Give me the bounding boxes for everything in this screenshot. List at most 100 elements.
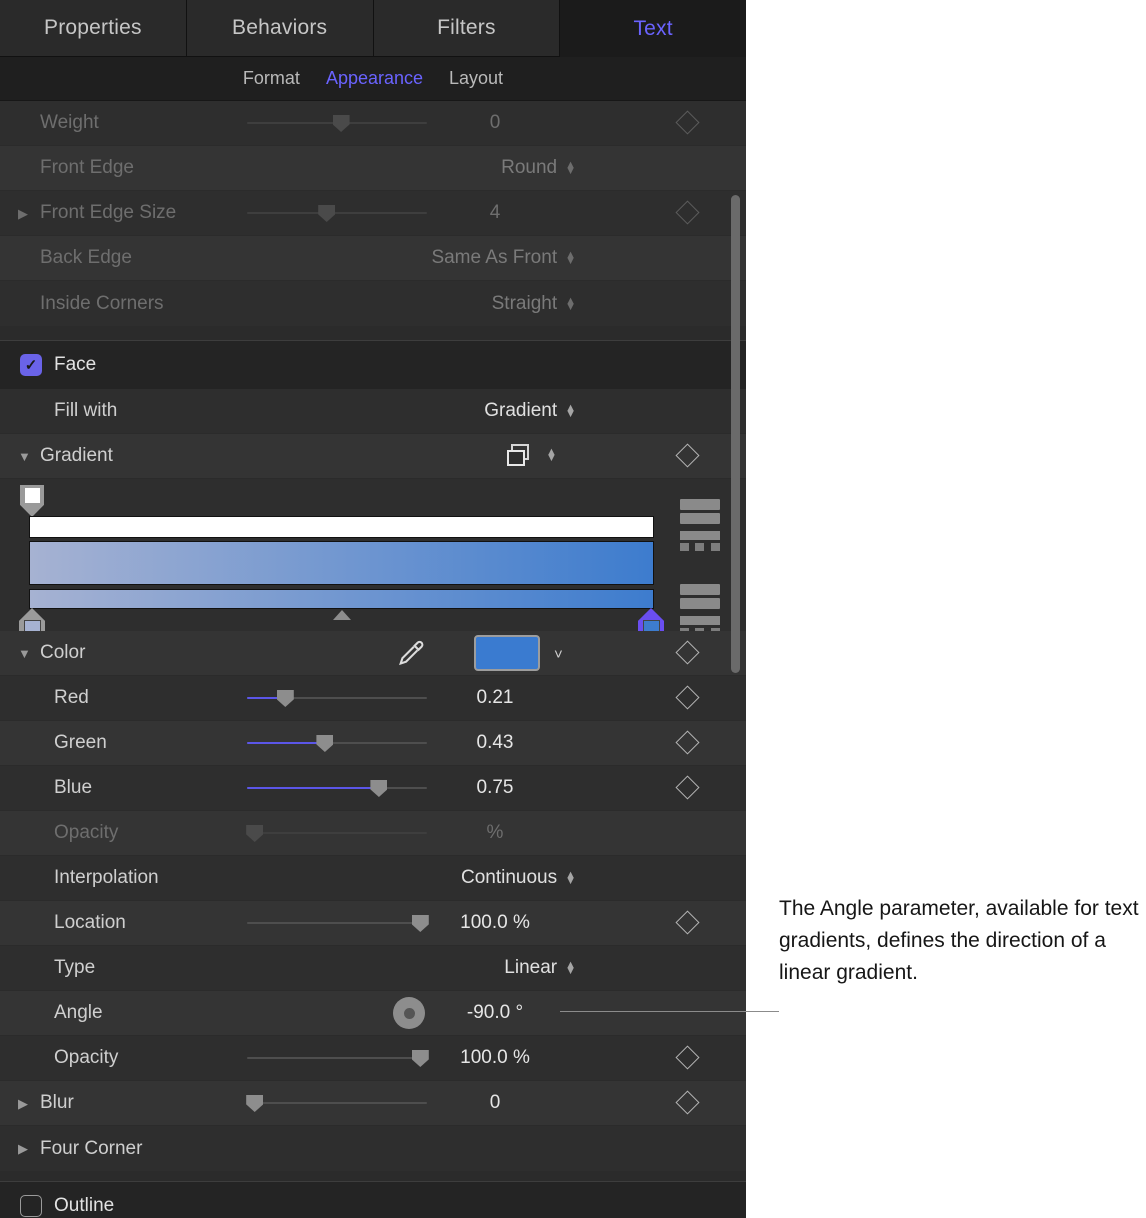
blue-value[interactable]: 0.75 [430, 777, 560, 799]
location-slider[interactable] [247, 912, 429, 934]
keyframe-diamond-icon[interactable] [675, 685, 700, 710]
angle-value[interactable]: -90.0 ° [430, 1002, 560, 1024]
angle-dial[interactable] [393, 997, 425, 1029]
green-value[interactable]: 0.43 [430, 732, 560, 754]
interpolation-popup[interactable]: Continuous ▲ ▼ [461, 867, 576, 889]
row-label-type: Type [54, 957, 96, 978]
gradient-opacity-tools[interactable] [680, 499, 720, 527]
type-popup[interactable]: Linear ▲ ▼ [504, 957, 576, 979]
slider-knob[interactable] [316, 735, 334, 752]
row-four-corner[interactable]: Four Corner [0, 1126, 746, 1171]
opacity-slider[interactable] [247, 1047, 429, 1069]
disclosure-triangle-icon[interactable] [18, 647, 40, 660]
slider-knob[interactable] [411, 915, 429, 932]
inside-corners-popup[interactable]: Straight ▲ ▼ [492, 293, 576, 315]
location-value[interactable]: 100.0 % [430, 912, 560, 934]
row-back-edge[interactable]: Back Edge Same As Front ▲ ▼ [0, 236, 746, 281]
row-front-edge[interactable]: Front Edge Round ▲ ▼ [0, 146, 746, 191]
row-gradient[interactable]: Gradient ▲▼ [0, 434, 746, 479]
disclosure-triangle-icon[interactable] [18, 1097, 40, 1110]
row-type[interactable]: Type Linear ▲ ▼ [0, 946, 746, 991]
tab-filters[interactable]: Filters [373, 0, 561, 57]
row-inside-corners[interactable]: Inside Corners Straight ▲ ▼ [0, 281, 746, 326]
face-checkbox[interactable]: ✓ [20, 354, 42, 376]
disclosure-triangle-icon[interactable] [18, 450, 40, 463]
gradient-color-tools[interactable] [680, 584, 720, 612]
keyframe-diamond-icon[interactable] [675, 1045, 700, 1070]
tab-behaviors[interactable]: Behaviors [186, 0, 374, 57]
row-location[interactable]: Location 100.0 % [0, 901, 746, 946]
weight-slider[interactable] [247, 112, 427, 134]
slider-knob[interactable] [276, 690, 294, 707]
subtab-appearance[interactable]: Appearance [326, 68, 423, 89]
gradient-opacity-stop-tools[interactable] [680, 531, 720, 551]
row-red[interactable]: Red 0.21 [0, 676, 746, 721]
slider-knob[interactable] [246, 1095, 264, 1112]
slider-knob[interactable] [332, 115, 350, 132]
keyframe-diamond-icon[interactable] [675, 110, 700, 135]
row-blue[interactable]: Blue 0.75 [0, 766, 746, 811]
row-front-edge-size[interactable]: Front Edge Size 4 [0, 191, 746, 236]
keyframe-diamond-icon[interactable] [675, 443, 700, 468]
blue-slider[interactable] [247, 777, 427, 799]
chevron-down-icon[interactable]: ˅ [554, 646, 563, 663]
row-interpolation[interactable]: Interpolation Continuous ▲ ▼ [0, 856, 746, 901]
slider-knob[interactable] [246, 825, 264, 842]
keyframe-diamond-icon[interactable] [675, 730, 700, 755]
disclosure-triangle-icon[interactable] [18, 207, 40, 220]
vertical-scrollbar[interactable] [731, 195, 740, 673]
row-outline[interactable]: ✓ Outline [0, 1182, 746, 1218]
row-weight[interactable]: Weight 0 [0, 101, 746, 146]
text-inspector-panel: Properties Behaviors Filters Text Format… [0, 0, 746, 1218]
keyframe-diamond-icon[interactable] [675, 640, 700, 665]
keyframe-diamond-icon[interactable] [675, 1090, 700, 1115]
red-slider[interactable] [247, 687, 427, 709]
slider-knob[interactable] [411, 1050, 429, 1067]
inspector-tab-bar: Properties Behaviors Filters Text [0, 0, 746, 57]
slider-knob[interactable] [370, 780, 388, 797]
keyframe-diamond-icon[interactable] [675, 775, 700, 800]
gradient-opacity-stop[interactable] [20, 485, 44, 517]
gradient-preset-chevron-icon[interactable]: ▲ ▼ [546, 447, 557, 464]
gradient-color-bar[interactable] [29, 589, 654, 609]
red-value[interactable]: 0.21 [430, 687, 560, 709]
gradient-editor[interactable] [0, 479, 746, 642]
back-edge-popup[interactable]: Same As Front ▲ ▼ [431, 247, 576, 269]
keyframe-diamond-icon[interactable] [675, 200, 700, 225]
blur-slider[interactable] [246, 1092, 427, 1114]
opacity-value[interactable]: 100.0 % [430, 1047, 560, 1069]
row-angle[interactable]: Angle -90.0 ° [0, 991, 746, 1036]
front-edge-size-slider[interactable] [247, 202, 427, 224]
subtab-format[interactable]: Format [243, 68, 300, 89]
weight-value[interactable]: 0 [430, 112, 560, 134]
row-blur[interactable]: Blur 0 [0, 1081, 746, 1126]
slider-knob[interactable] [318, 205, 336, 222]
blur-value[interactable]: 0 [430, 1092, 560, 1114]
row-fill-with[interactable]: Fill with Gradient ▲ ▼ [0, 389, 746, 434]
subtab-layout[interactable]: Layout [449, 68, 503, 89]
fill-with-popup[interactable]: Gradient ▲ ▼ [484, 400, 576, 422]
keyframe-diamond-icon[interactable] [675, 910, 700, 935]
row-color[interactable]: Color ˅ [0, 631, 746, 676]
gradient-opacity-slider[interactable] [246, 822, 427, 844]
outline-checkbox[interactable]: ✓ [20, 1195, 42, 1217]
front-edge-size-value[interactable]: 4 [430, 202, 560, 224]
tab-text[interactable]: Text [560, 0, 746, 57]
green-slider[interactable] [247, 732, 427, 754]
color-swatch[interactable] [474, 635, 540, 671]
gradient-opacity-bar[interactable] [29, 516, 654, 538]
gradient-preview-bar[interactable] [29, 541, 654, 585]
front-edge-popup[interactable]: Round ▲ ▼ [501, 157, 576, 179]
eyedropper-icon[interactable] [396, 639, 424, 667]
row-green[interactable]: Green 0.43 [0, 721, 746, 766]
gradient-preset-icon[interactable] [505, 442, 533, 475]
gradient-midpoint-marker[interactable] [333, 610, 351, 620]
chevron-updown-icon: ▲ ▼ [565, 159, 576, 177]
gradient-opacity-unit: % [486, 822, 504, 843]
group-gap [0, 326, 746, 340]
row-opacity[interactable]: Opacity 100.0 % [0, 1036, 746, 1081]
row-gradient-opacity[interactable]: Opacity % [0, 811, 746, 856]
disclosure-triangle-icon[interactable] [18, 1142, 40, 1155]
row-face[interactable]: ✓ Face [0, 341, 746, 389]
tab-properties[interactable]: Properties [0, 0, 187, 57]
